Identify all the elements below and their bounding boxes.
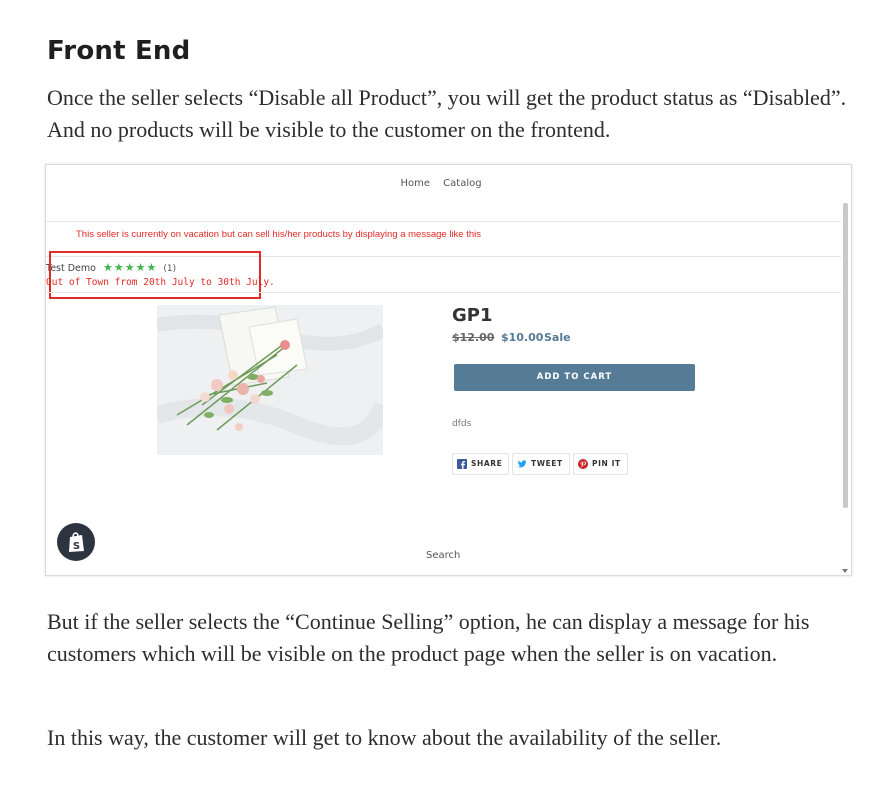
share-label: SHARE	[471, 459, 503, 468]
share-pinterest-button[interactable]: PIN IT	[573, 453, 628, 475]
share-twitter-button[interactable]: TWEET	[512, 453, 570, 475]
sale-price: $10.00	[501, 331, 544, 344]
vacation-notice: This seller is currently on vacation but…	[76, 229, 481, 240]
pinterest-icon	[578, 459, 588, 469]
divider	[46, 221, 841, 222]
store-nav: Home Catalog	[46, 178, 836, 189]
closing-paragraph: In this way, the customer will get to kn…	[47, 725, 722, 750]
add-to-cart-button[interactable]: ADD TO CART	[454, 364, 695, 391]
product-title: GP1	[452, 305, 493, 326]
facebook-icon	[457, 459, 467, 469]
intro-paragraph: Once the seller selects “Disable all Pro…	[47, 85, 847, 142]
twitter-icon	[517, 460, 527, 468]
original-price: $12.00	[452, 331, 495, 344]
continue-selling-paragraph: But if the seller selects the “Continue …	[47, 609, 810, 666]
nav-home-link[interactable]: Home	[400, 178, 430, 189]
scrollbar-thumb[interactable]	[843, 203, 848, 508]
svg-text:S: S	[73, 541, 80, 552]
footer-search-link[interactable]: Search	[426, 550, 460, 561]
storefront-screenshot: Home Catalog This seller is currently on…	[45, 164, 852, 576]
share-facebook-button[interactable]: SHARE	[452, 453, 510, 475]
scroll-down-arrow-icon[interactable]	[842, 569, 848, 573]
section-heading: Front End	[47, 36, 191, 66]
shopify-bag-icon[interactable]: S	[57, 523, 95, 561]
pin-label: PIN IT	[592, 459, 621, 468]
tweet-label: TWEET	[531, 459, 563, 468]
product-description: dfds	[452, 419, 472, 429]
product-image[interactable]	[157, 305, 383, 455]
sale-label: Sale	[544, 331, 571, 344]
nav-catalog-link[interactable]: Catalog	[443, 178, 481, 189]
divider	[46, 292, 841, 293]
